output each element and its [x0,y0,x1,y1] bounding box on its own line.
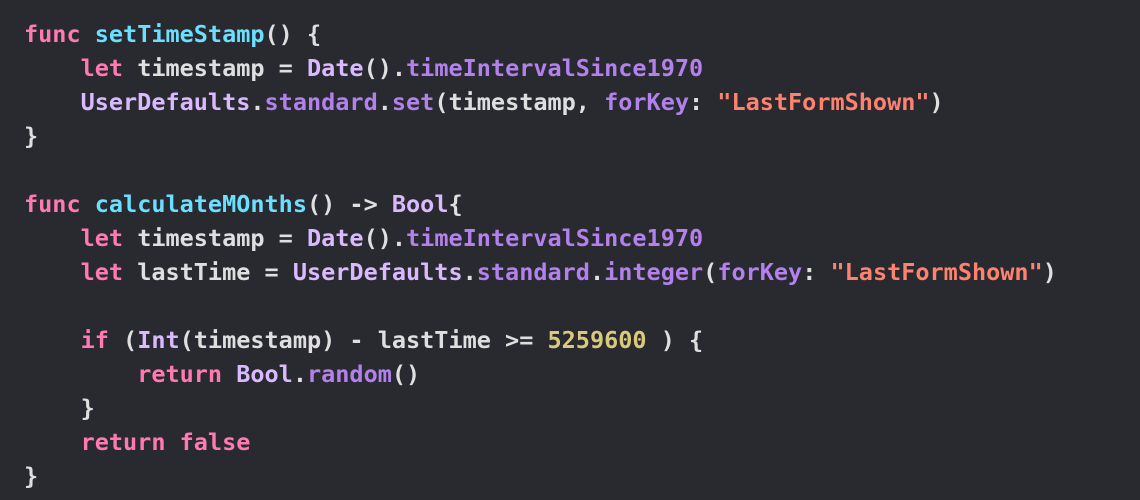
keyword-token: func [24,20,81,48]
code-text-token: ( [703,258,718,286]
code-text-token: lastTime = [123,258,293,286]
code-text-token: timestamp = [123,224,307,252]
code-text-token: : [802,258,831,286]
code-text-token: } [24,394,95,422]
keyword-token: return [137,360,223,388]
keyword-token: let [80,224,124,252]
function-name-token: setTimeStamp [94,20,265,48]
code-text-token: . [292,360,307,388]
code-line[interactable] [24,289,1134,323]
member-token: integer [604,258,704,286]
type-token: Bool [391,190,449,218]
string-literal-token: "LastFormShown" [717,88,930,116]
code-text-token: () { [264,20,322,48]
code-text-token: . [377,88,392,116]
string-literal-token: "LastFormShown" [830,258,1043,286]
code-line[interactable]: let timestamp = Date().timeIntervalSince… [24,51,1134,85]
number-literal-token: 5259600 [547,326,647,354]
type-token: Date [306,54,364,82]
code-text-token: : [689,88,718,116]
function-name-token: calculateMOnths [94,190,307,218]
code-text-token: ) [1042,258,1057,286]
code-text-token: (). [363,54,407,82]
code-text-token: (timestamp, [434,88,605,116]
code-line[interactable]: if (Int(timestamp) - lastTime >= 5259600… [24,323,1134,357]
code-text-token: . [462,258,477,286]
code-text-token: . [250,88,265,116]
member-token: random [306,360,392,388]
code-line[interactable]: func calculateMOnths() -> Bool{ [24,187,1134,221]
keyword-token: false [179,428,251,456]
member-token: set [391,88,435,116]
code-text-token: () [391,360,421,388]
code-text-token: (). [363,224,407,252]
keyword-token: let [80,258,124,286]
code-text-token: (timestamp) - lastTime >= [179,326,548,354]
keyword-token: let [80,54,124,82]
code-line[interactable]: let timestamp = Date().timeIntervalSince… [24,221,1134,255]
code-line[interactable] [24,153,1134,187]
type-token: Date [306,224,364,252]
code-line[interactable]: } [24,459,1134,493]
parameter-label-token: forKey [717,258,803,286]
code-text-token: ) { [646,326,704,354]
keyword-token: return [80,428,166,456]
code-line[interactable]: return Bool.random() [24,357,1134,391]
member-token: timeIntervalSince1970 [406,54,704,82]
keyword-token: if [80,326,109,354]
code-line[interactable]: let lastTime = UserDefaults.standard.int… [24,255,1134,289]
type-token: UserDefaults [292,258,463,286]
code-line[interactable]: } [24,391,1134,425]
parameter-label-token: forKey [604,88,689,116]
code-line[interactable]: UserDefaults.standard.set(timestamp, for… [24,85,1134,119]
code-text-token: ) [929,88,944,116]
type-token: Bool [236,360,293,388]
code-line[interactable]: func setTimeStamp() { [24,17,1134,51]
code-line[interactable]: return false [24,425,1134,459]
code-text-token: } [24,122,39,150]
code-text-token: ( [108,326,138,354]
code-text-token: timestamp = [123,54,307,82]
code-line[interactable]: } [24,119,1134,153]
member-token: standard [476,258,590,286]
code-text-token: } [24,462,39,490]
member-token: standard [264,88,378,116]
keyword-token: func [24,190,81,218]
member-token: timeIntervalSince1970 [406,224,704,252]
type-token: Int [137,326,180,354]
code-editor[interactable]: func setTimeStamp() { let timestamp = Da… [24,17,1134,493]
code-text-token: . [589,258,605,286]
type-token: UserDefaults [80,88,251,116]
code-text-token: { [448,190,463,218]
code-text-token: () -> [306,190,392,218]
